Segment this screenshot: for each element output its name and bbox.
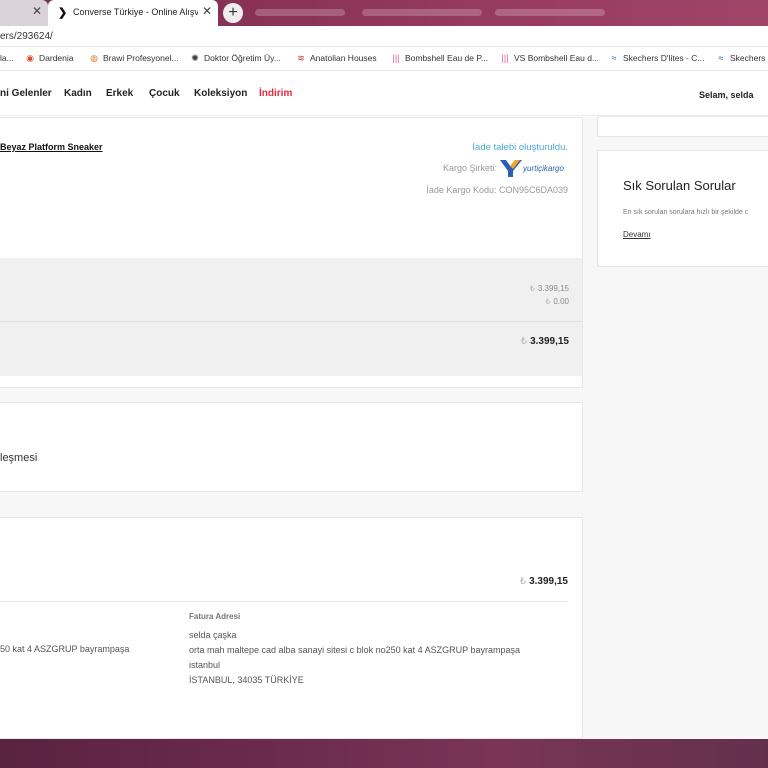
bookmark-label: VS Bombshell Eau d...: [514, 53, 600, 63]
bookmark-item[interactable]: ✺ Doktor Öğretim Üy...: [190, 53, 281, 63]
nav-item-women[interactable]: Kadın: [64, 88, 92, 99]
return-cargo-code: İade Kargo Kodu: CON95C6DA039: [426, 185, 568, 195]
bookmark-label: Anatolian Houses: [310, 53, 377, 63]
billing-city: istanbul: [189, 660, 221, 670]
summary-shipping: ₺ 0.00: [545, 297, 569, 306]
lira-icon: ₺: [529, 284, 535, 293]
bookmark-item[interactable]: ≈ Skechers: [716, 53, 766, 63]
payment-total-value: 3.399,15: [529, 576, 568, 587]
browser-tab-blurred[interactable]: [362, 9, 482, 16]
bookmark-label: Brawi Profesyonel...: [103, 53, 179, 63]
university-seal-icon: ✺: [191, 53, 199, 63]
shipping-value: 0.00: [553, 297, 569, 306]
nav-item-collection[interactable]: Koleksiyon: [194, 88, 247, 99]
browser-tab-strip: ✕ ❯ Converse Türkiye - Online Alışveriş …: [0, 0, 768, 26]
summary-divider: [0, 321, 582, 322]
nav-item-men[interactable]: Erkek: [106, 88, 133, 99]
bookmark-label: Skechers D'lites - C...: [623, 53, 705, 63]
browser-tab-blurred[interactable]: [255, 9, 345, 16]
lira-icon: ₺: [519, 576, 527, 587]
brawi-favicon-icon: ◍: [90, 53, 98, 63]
tab-title: Converse Türkiye - Online Alışveriş: [73, 7, 198, 17]
lira-icon: ₺: [545, 297, 551, 306]
browser-tab-blurred[interactable]: [495, 9, 605, 16]
address-bar[interactable]: ers/293624/: [0, 26, 768, 47]
bookmarks-bar: la... ◉ Dardenia ◍ Brawi Profesyonel... …: [0, 47, 768, 71]
lira-icon: ₺: [520, 336, 528, 347]
yurtici-kargo-logo: yurtiçikargo: [500, 158, 568, 178]
bookmark-label: Doktor Öğretim Üy...: [204, 53, 281, 63]
bookmark-item[interactable]: ||| VS Bombshell Eau d...: [500, 53, 599, 63]
cargo-company-label: Kargo Şirketi:: [442, 163, 497, 173]
faq-description: En sık sorulan sorulara hızlı bir şekild…: [623, 209, 749, 216]
main-content: Beyaz Platform Sneaker İade talebi oluşt…: [0, 116, 768, 739]
site-navigation: ni Gelenler Kadın Erkek Çocuk Koleksiyon…: [0, 72, 768, 116]
billing-region: İSTANBUL, 34035 TÜRKİYE: [189, 675, 304, 685]
payment-divider: [0, 601, 568, 602]
converse-favicon-icon: ❯: [58, 7, 68, 19]
url-text[interactable]: ers/293624/: [0, 31, 53, 42]
sidebar-card-top: [597, 116, 768, 137]
total-value: 3.399,15: [530, 336, 569, 347]
summary-subtotal: ₺ 3.399,15: [530, 284, 569, 293]
subtotal-value: 3.399,15: [537, 284, 569, 293]
billing-address-heading: Fatura Adresi: [189, 612, 241, 621]
product-name-link[interactable]: Beyaz Platform Sneaker: [0, 142, 103, 152]
bookmark-label: Bombshell Eau de P...: [405, 53, 489, 63]
faq-title: Sık Sorulan Sorular: [623, 178, 736, 193]
browser-tab-active[interactable]: ❯ Converse Türkiye - Online Alışveriş ✕: [48, 0, 218, 26]
billing-street: orta mah maltepe cad alba sanayi sitesi …: [189, 645, 521, 655]
user-greeting[interactable]: Selam, selda: [699, 90, 754, 100]
bookmark-item[interactable]: la...: [0, 53, 14, 63]
bookmark-item[interactable]: ≋ Anatolian Houses: [296, 53, 377, 63]
bookmark-item[interactable]: ◍ Brawi Profesyonel...: [89, 53, 179, 63]
payment-card: ₺ 3.399,15 50 kat 4 ASZGRUP bayrampaşa Fa…: [0, 517, 583, 739]
bookmark-label: Skechers: [730, 53, 766, 63]
order-summary: ₺ 3.399,15 ₺ 0.00 ₺ 3.399,15: [0, 258, 582, 376]
close-icon[interactable]: ✕: [202, 4, 212, 18]
os-taskbar: [0, 739, 768, 768]
close-icon[interactable]: ✕: [32, 4, 42, 18]
anatolian-houses-icon: ≋: [297, 53, 305, 63]
skechers-logo-icon: ≈: [718, 53, 724, 63]
order-card: Beyaz Platform Sneaker İade talebi oluşt…: [0, 117, 583, 388]
victorias-secret-icon: |||: [501, 53, 509, 63]
faq-more-link[interactable]: Devamı: [623, 230, 651, 239]
nav-item-new-arrivals[interactable]: ni Gelenler: [0, 88, 52, 99]
skechers-logo-icon: ≈: [611, 53, 617, 63]
new-tab-plus-icon[interactable]: +: [223, 3, 243, 23]
return-status[interactable]: İade talebi oluşturuldu.: [472, 142, 568, 153]
nav-item-sale[interactable]: İndirim: [259, 88, 292, 99]
agreement-link[interactable]: leşmesi: [0, 452, 37, 464]
dardenia-favicon-icon: ◉: [26, 53, 34, 63]
bookmark-label: Dardenia: [39, 53, 74, 63]
agreement-card: leşmesi: [0, 402, 583, 492]
payment-total: ₺ 3.399,15: [520, 576, 568, 587]
summary-total: ₺ 3.399,15: [521, 336, 569, 347]
bookmark-item[interactable]: ≈ Skechers D'lites - C...: [609, 53, 705, 63]
billing-name: selda çaşka: [189, 630, 237, 640]
bookmark-item[interactable]: ◉ Dardenia: [25, 53, 74, 63]
victorias-secret-icon: |||: [392, 53, 400, 63]
faq-card: Sık Sorulan Sorular En sık sorulan sorul…: [597, 150, 768, 267]
cargo-logo-text: yurtiçikargo: [522, 164, 564, 173]
browser-tab-previous[interactable]: ✕: [0, 0, 48, 26]
delivery-address-line: 50 kat 4 ASZGRUP bayrampaşa: [0, 644, 130, 654]
bookmark-item[interactable]: ||| Bombshell Eau de P...: [391, 53, 488, 63]
nav-item-kids[interactable]: Çocuk: [149, 88, 180, 99]
bookmark-label: la...: [0, 53, 14, 63]
